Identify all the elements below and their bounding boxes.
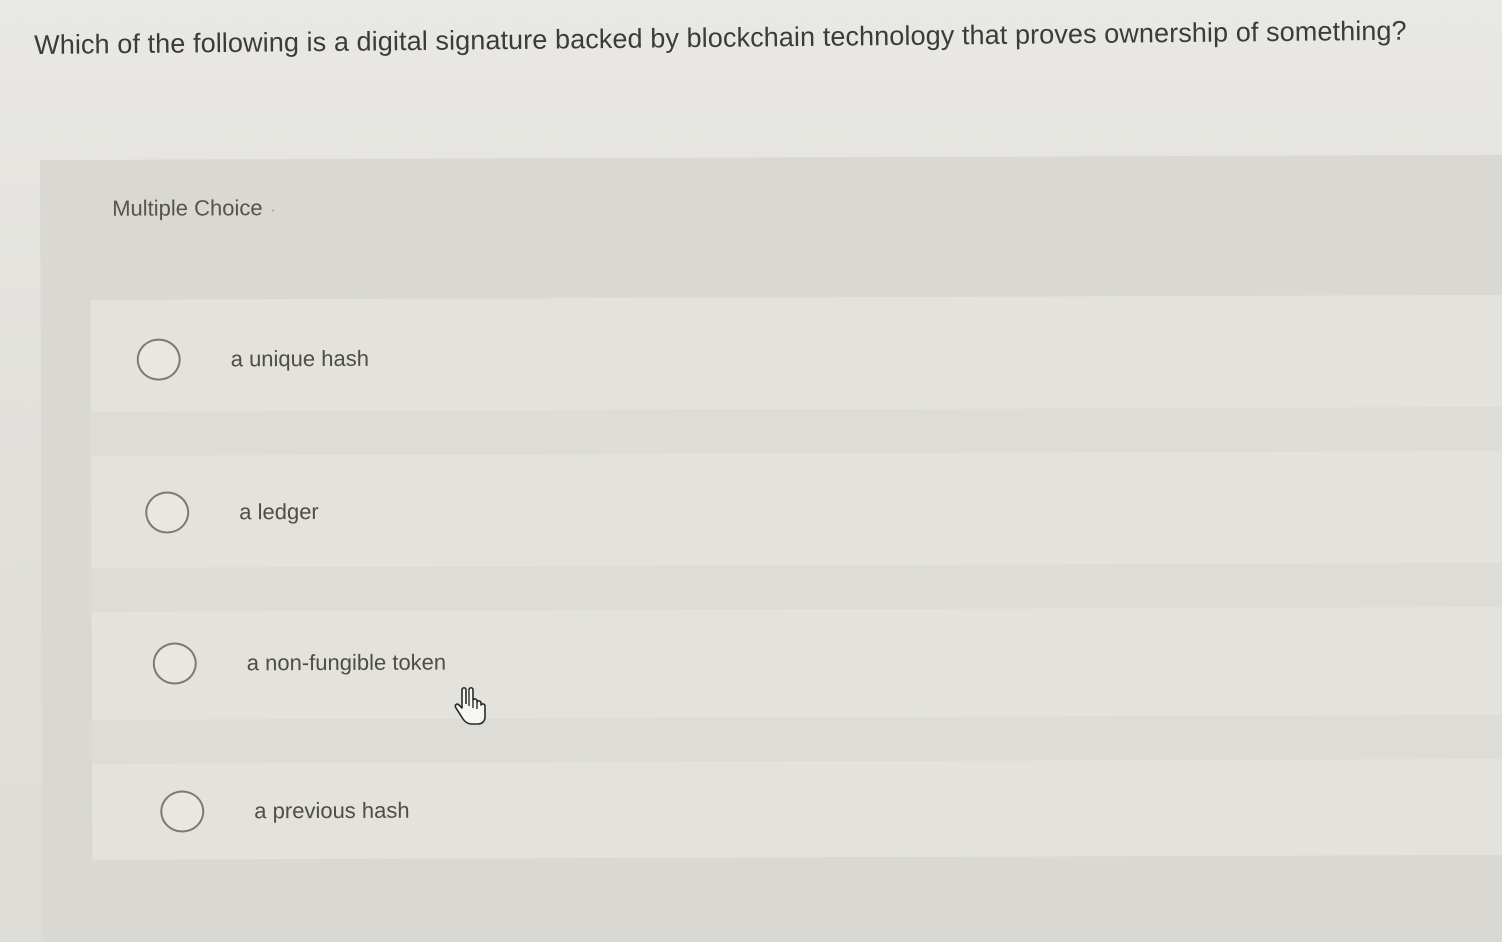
separator-dot-icon: · [270, 201, 276, 218]
radio-button[interactable] [136, 338, 181, 381]
question-type-label: Multiple Choice · [112, 195, 275, 222]
choice-label: a non-fungible token [246, 649, 447, 676]
question-type-text: Multiple Choice [112, 195, 263, 221]
radio-button[interactable] [152, 642, 197, 685]
multiple-choice-panel: Multiple Choice · a unique hash a ledger … [40, 154, 1502, 942]
radio-button[interactable] [160, 790, 205, 833]
radio-button[interactable] [145, 491, 190, 534]
choice-option[interactable]: a previous hash [160, 781, 410, 842]
choice-option[interactable]: a ledger [145, 482, 319, 543]
choices-list: a unique hash a ledger a non-fungible to… [90, 294, 1502, 860]
divider [91, 714, 1502, 764]
choice-label: a previous hash [254, 797, 410, 824]
hand-pointer-icon [454, 686, 486, 725]
question-text: Which of the following is a digital sign… [34, 15, 1407, 60]
divider [91, 562, 1502, 612]
choice-option[interactable]: a unique hash [136, 329, 369, 390]
choice-label: a unique hash [230, 345, 369, 372]
choice-option[interactable]: a non-fungible token [152, 633, 447, 694]
divider [90, 406, 1502, 456]
choice-label: a ledger [239, 499, 319, 525]
